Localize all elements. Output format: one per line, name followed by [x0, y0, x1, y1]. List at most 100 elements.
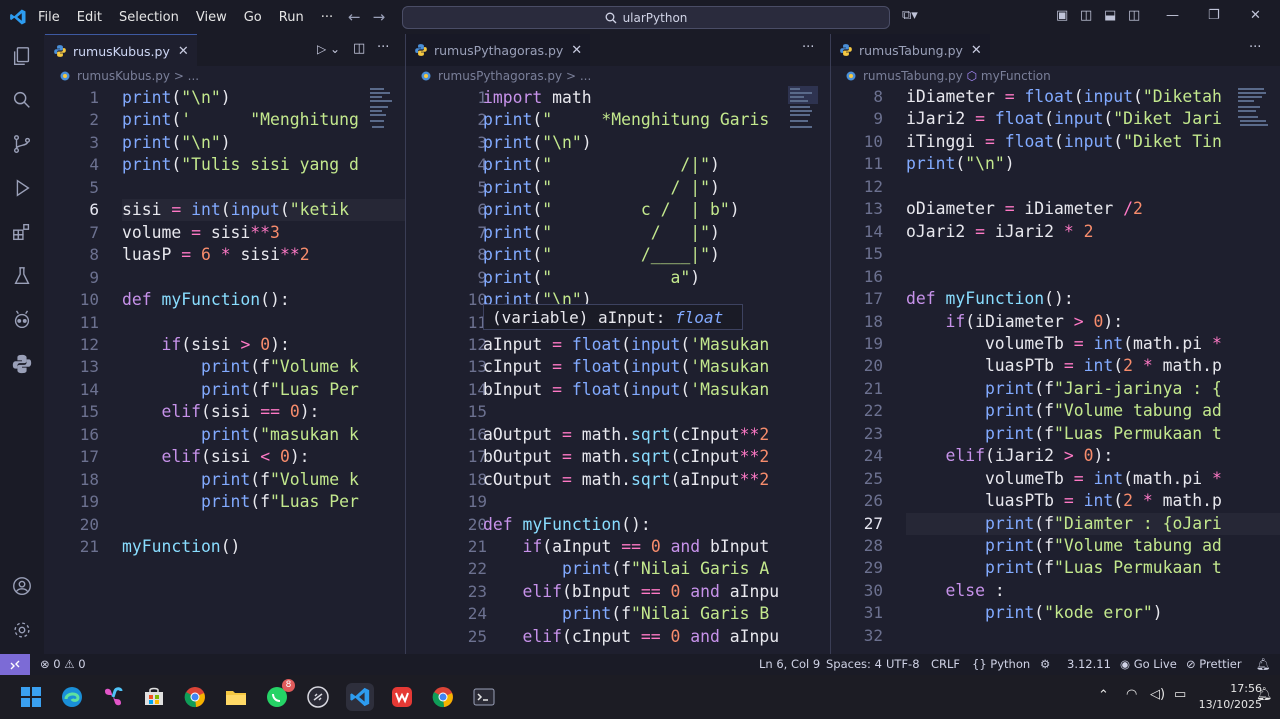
code-line[interactable]: print("\n") [906, 153, 1015, 175]
code-line[interactable]: print(f"Nilai Garis B [483, 603, 769, 625]
code-line[interactable]: cOutput = math.sqrt(aInput**2 [483, 469, 769, 491]
code-line[interactable]: iJari2 = float(input("Diket Jari [906, 108, 1222, 130]
code-line[interactable]: print(f"Nilai Garis A [483, 558, 769, 580]
toggle-panel-icon[interactable]: ⬓ [1104, 8, 1116, 23]
breadcrumb-tail[interactable]: > ... [174, 69, 199, 83]
minimize-icon[interactable]: — [1166, 8, 1179, 23]
code-line[interactable]: volume = sisi**3 [122, 222, 280, 244]
code-line[interactable]: luasPTb = int(2 * math.p [906, 355, 1222, 377]
whatsapp-icon[interactable]: 8 [263, 679, 295, 711]
code-line[interactable]: if(iDiameter > 0): [906, 311, 1123, 333]
breadcrumb-tail[interactable]: > ... [566, 69, 591, 83]
code-line[interactable]: print("\n") [122, 132, 231, 154]
toggle-secondary-sidebar-icon[interactable]: ◫ [1128, 8, 1140, 23]
code-line[interactable]: elif(sisi == 0): [122, 401, 319, 423]
code-line[interactable]: print("\n") [483, 132, 592, 154]
problems-indicator[interactable]: ⊗ 0 ⚠ 0 [40, 657, 86, 671]
restore-icon[interactable]: ❐ [1208, 8, 1220, 23]
customize-layout-icon[interactable]: ▣ [1056, 8, 1068, 23]
search-sidebar-icon[interactable] [10, 88, 34, 112]
code-line[interactable]: bInput = float(input('Masukan [483, 379, 769, 401]
code-line[interactable]: iTinggi = float(input("Diket Tin [906, 131, 1222, 153]
tab-rumus-tabung[interactable]: rumusTabung.py ✕ [831, 34, 990, 66]
copilot-app-icon[interactable] [99, 683, 127, 711]
code-line[interactable]: print(f"Luas Per [122, 379, 359, 401]
line-ending[interactable]: CRLF [931, 657, 960, 671]
source-control-icon[interactable] [10, 132, 34, 156]
chrome-icon[interactable] [181, 683, 209, 711]
code-line[interactable]: def myFunction(): [483, 514, 651, 536]
code-line[interactable]: print(f"Luas Per [122, 491, 359, 513]
close-tab-icon[interactable]: ✕ [971, 43, 982, 58]
close-tab-icon[interactable]: ✕ [178, 44, 189, 59]
more-actions-icon[interactable]: ··· [377, 40, 389, 55]
toggle-primary-sidebar-icon[interactable]: ◫ [1080, 8, 1092, 23]
command-center-search[interactable]: ularPython [402, 6, 890, 29]
code-line[interactable]: oJari2 = iJari2 * 2 [906, 221, 1094, 243]
wifi-icon[interactable]: ◠ [1126, 687, 1137, 702]
menu-item[interactable]: Go [244, 10, 262, 25]
code-line[interactable]: if(sisi > 0): [122, 334, 289, 356]
code-line[interactable]: def myFunction(): [906, 288, 1074, 310]
code-line[interactable]: import math [483, 87, 592, 109]
accounts-icon[interactable] [10, 574, 34, 598]
forward-arrow-icon[interactable]: → [373, 8, 398, 26]
code-line[interactable]: print("Tulis sisi yang d [122, 154, 359, 176]
indentation[interactable]: Spaces: 4 [826, 657, 882, 671]
code-line[interactable]: elif(iJari2 > 0): [906, 445, 1113, 467]
copilot-chat-icon[interactable] [10, 308, 34, 332]
remote-window-icon[interactable] [0, 654, 30, 675]
code-line[interactable]: print(" c / | b") [483, 199, 740, 221]
wps-office-icon[interactable] [388, 683, 416, 711]
code-line[interactable]: iDiameter = float(input("Diketah [906, 86, 1222, 108]
file-explorer-icon[interactable] [222, 683, 250, 711]
code-line[interactable]: aInput = float(input('Masukan [483, 334, 769, 356]
code-line[interactable]: def myFunction(): [122, 289, 290, 311]
notifications-bell-icon[interactable]: 🔔︎ [1256, 657, 1271, 671]
python-icon[interactable] [10, 352, 34, 376]
testing-icon[interactable] [10, 264, 34, 288]
menu-item[interactable]: ··· [321, 10, 333, 25]
menu-item[interactable]: Selection [119, 10, 179, 25]
windows-start-icon[interactable] [17, 683, 45, 711]
split-editor-icon[interactable]: ◫ [353, 41, 365, 56]
code-line[interactable]: print(' "Menghitung [122, 109, 359, 131]
code-line[interactable]: print(f"Luas Permukaan t [906, 557, 1222, 579]
linked-app-icon[interactable] [304, 683, 332, 711]
breadcrumb-file[interactable]: rumusTabung.py [863, 69, 963, 83]
breadcrumb-file[interactable]: rumusPythagoras.py [438, 69, 562, 83]
volume-icon[interactable]: ◁) [1150, 687, 1165, 702]
close-tab-icon[interactable]: ✕ [571, 43, 582, 58]
code-line[interactable]: print(f"Volume tabung ad [906, 400, 1222, 422]
notification-center-icon[interactable]: 🔔︎ [1256, 687, 1273, 702]
code-line[interactable]: oDiameter = iDiameter /2 [906, 198, 1143, 220]
code-line[interactable]: bOutput = math.sqrt(cInput**2 [483, 446, 769, 468]
code-line[interactable]: myFunction() [122, 536, 240, 558]
code-line[interactable]: print("kode eror") [906, 602, 1163, 624]
code-line[interactable]: print(f"Jari-jarinya : { [906, 378, 1222, 400]
code-line[interactable]: elif(bInput == 0 and aInpu [483, 581, 779, 603]
extensions-icon[interactable] [10, 220, 34, 244]
vscode-taskbar-icon[interactable] [346, 683, 374, 711]
encoding[interactable]: UTF-8 [886, 657, 920, 671]
code-line[interactable]: luasP = 6 * sisi**2 [122, 244, 310, 266]
manage-gear-icon[interactable] [10, 618, 34, 642]
code-line[interactable]: print(f"Diamter : {oJari [906, 512, 1280, 535]
terminal-icon[interactable] [470, 683, 498, 711]
go-live-button[interactable]: ◉ Go Live [1120, 657, 1177, 671]
explorer-icon[interactable] [10, 44, 34, 68]
edge-browser-icon[interactable] [58, 683, 86, 711]
menu-item[interactable]: File [38, 10, 60, 25]
code-line[interactable]: print(f"Volume k [122, 469, 359, 491]
code-line[interactable]: volumeTb = int(math.pi * [906, 468, 1222, 490]
code-line[interactable]: if(aInput == 0 and bInput [483, 536, 769, 558]
show-hidden-icons-icon[interactable]: ⌃ [1098, 688, 1109, 703]
cursor-position[interactable]: Ln 6, Col 9 [759, 657, 820, 671]
breadcrumb-file[interactable]: rumusKubus.py [77, 69, 170, 83]
menu-item[interactable]: Edit [77, 10, 102, 25]
code-line[interactable]: print(" / |") [483, 177, 720, 199]
more-actions-icon[interactable]: ··· [1249, 40, 1261, 55]
minimap[interactable] [368, 86, 394, 146]
code-line[interactable]: print("\n") [122, 87, 231, 109]
language-mode[interactable]: {} Python [972, 657, 1030, 671]
